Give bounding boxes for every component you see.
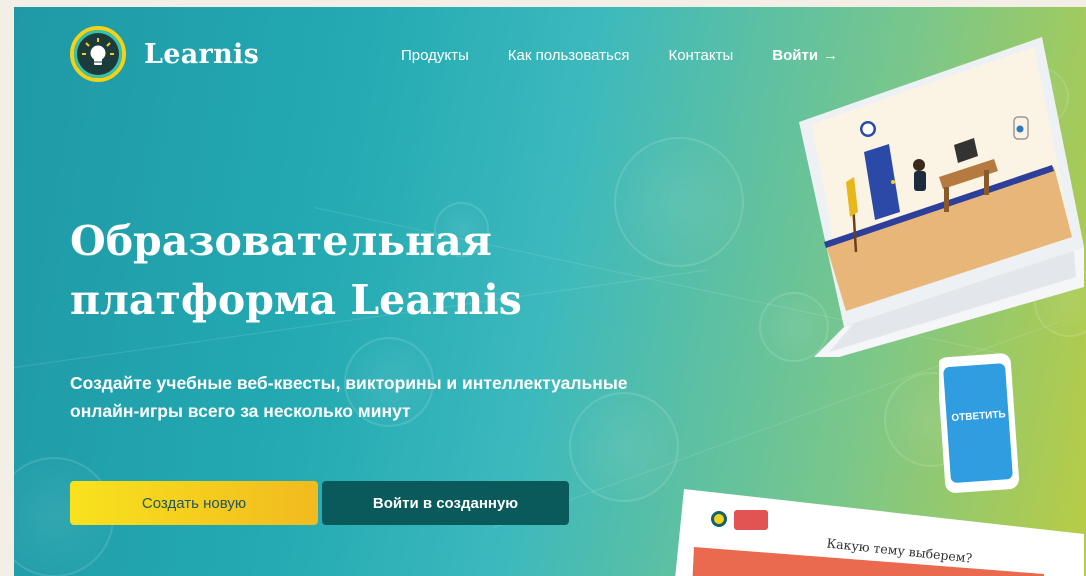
laptop-illustration <box>799 37 1084 357</box>
headline-line-1: Образовательная <box>70 217 492 265</box>
nav-link-contacts[interactable]: Контакты <box>668 47 733 64</box>
phone-illustration: ОТВЕТИТЬ <box>939 353 1019 493</box>
create-new-button[interactable]: Создать новую <box>70 481 318 525</box>
main-nav: Продукты Как пользоваться Контакты Войти… <box>401 47 838 64</box>
brand-name: Learnis <box>144 38 260 70</box>
bokeh-circle <box>614 137 744 267</box>
nav-link-products[interactable]: Продукты <box>401 47 469 64</box>
brand-logo[interactable]: Learnis <box>70 26 259 82</box>
enter-existing-button[interactable]: Войти в созданную <box>322 481 569 525</box>
hero-section: Learnis Продукты Как пользоваться Контак… <box>14 7 1086 576</box>
headline-line-2: платформа Learnis <box>70 276 522 324</box>
subtitle-line-1: Создайте учебные веб-квесты, викторины и… <box>70 373 628 393</box>
hero-subtitle: Создайте учебные веб-квесты, викторины и… <box>70 369 770 425</box>
tablet-illustration: Какую тему выберем? <box>675 489 1084 576</box>
lightbulb-icon <box>70 26 126 82</box>
subtitle-line-2: онлайн-игры всего за несколько минут <box>70 401 411 421</box>
nav-link-how-to-use[interactable]: Как пользоваться <box>508 47 630 64</box>
page-title: Образовательная платформа Learnis <box>70 212 630 330</box>
